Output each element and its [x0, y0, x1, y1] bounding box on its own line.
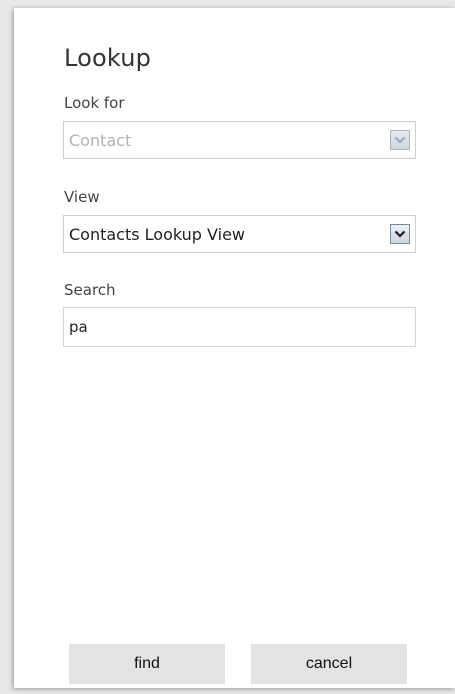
look-for-select: Contact: [63, 121, 416, 159]
cancel-button[interactable]: cancel: [251, 644, 407, 684]
dialog-title: Lookup: [64, 44, 152, 72]
look-for-label: Look for: [64, 94, 125, 112]
view-value: Contacts Lookup View: [69, 225, 246, 244]
lookup-dialog: Lookup Look for Contact View Contacts Lo…: [14, 8, 455, 688]
find-button[interactable]: find: [69, 644, 225, 684]
chevron-down-icon: [390, 130, 410, 150]
view-label: View: [64, 188, 100, 206]
look-for-value: Contact: [69, 131, 132, 150]
chevron-down-icon[interactable]: [390, 224, 410, 244]
search-label: Search: [64, 281, 116, 299]
search-input[interactable]: [63, 307, 416, 347]
view-select[interactable]: Contacts Lookup View: [63, 215, 416, 253]
